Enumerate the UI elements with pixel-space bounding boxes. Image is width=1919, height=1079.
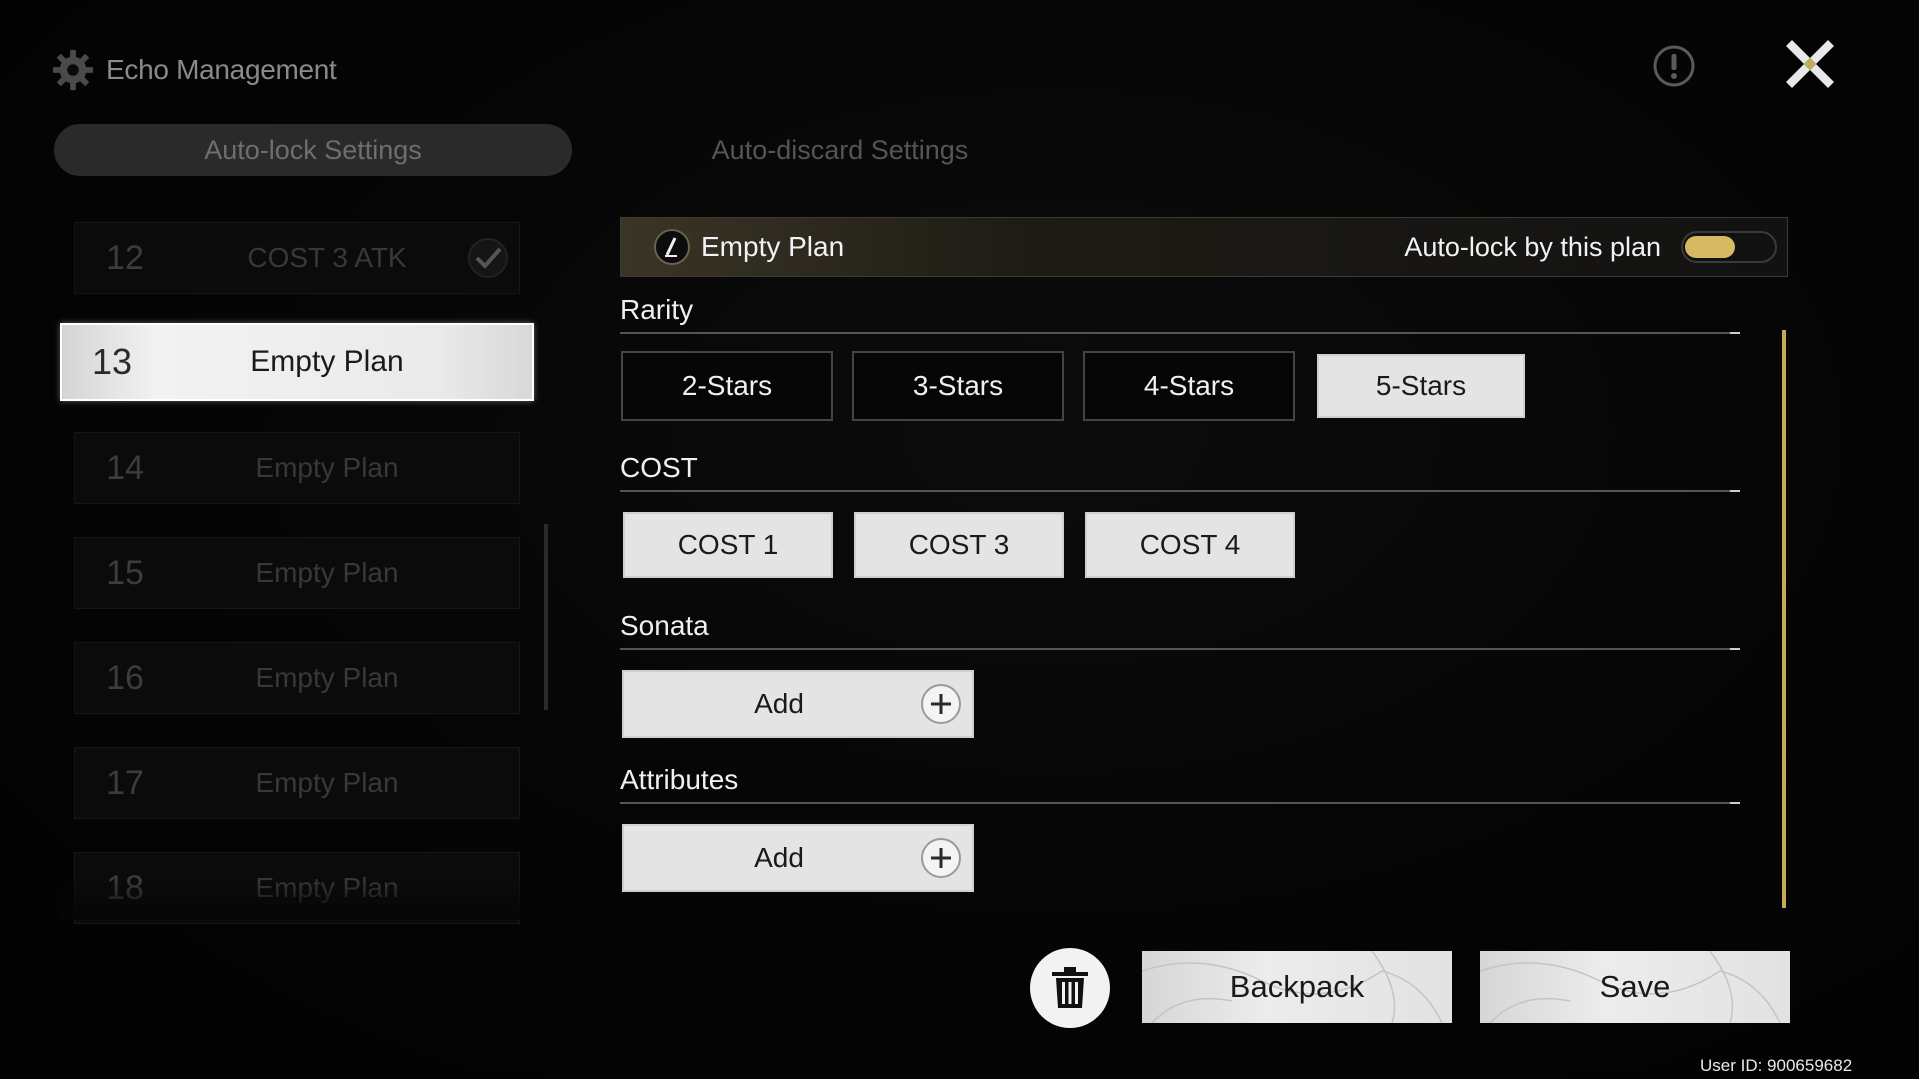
settings-scrollbar[interactable] <box>1782 330 1786 908</box>
close-x-icon[interactable] <box>1782 36 1838 92</box>
plan-number: 12 <box>106 238 144 277</box>
plan-item-14[interactable]: 14 Empty Plan <box>74 432 520 504</box>
plus-icon <box>921 684 961 724</box>
cost-1-button[interactable]: COST 1 <box>623 512 833 578</box>
backpack-label: Backpack <box>1229 969 1365 1004</box>
exclamation-circle-icon[interactable] <box>1652 44 1696 88</box>
user-id-text: User ID: 900659682 <box>1700 1056 1853 1075</box>
cost-divider <box>620 490 1740 492</box>
sonata-title: Sonata <box>620 610 709 641</box>
plan-header-bar: Empty Plan Auto-lock by this plan <box>620 217 1788 277</box>
cost-title: COST <box>620 452 698 483</box>
list-fade <box>60 880 540 920</box>
autolock-label: Auto-lock by this plan <box>1404 231 1661 262</box>
backpack-button[interactable]: Backpack <box>1142 951 1452 1023</box>
save-button[interactable]: Save <box>1480 951 1790 1023</box>
plan-item-12[interactable]: 12 COST 3 ATK <box>74 222 520 294</box>
plan-item-15[interactable]: 15 Empty Plan <box>74 537 520 609</box>
cost-3-button[interactable]: COST 3 <box>854 512 1064 578</box>
rarity-3-stars-button[interactable]: 3-Stars <box>852 351 1064 421</box>
plan-number: 13 <box>91 341 133 382</box>
plus-icon <box>921 838 961 878</box>
app-title: Echo Management <box>106 54 337 85</box>
rarity-title: Rarity <box>620 294 694 325</box>
plan-item-16[interactable]: 16 Empty Plan <box>74 642 520 714</box>
rarity-divider <box>620 332 1740 334</box>
plan-list-scrollbar[interactable] <box>544 524 548 710</box>
plan-name: Empty Plan <box>255 767 399 798</box>
add-label: Add <box>754 688 804 719</box>
autolock-toggle[interactable] <box>1681 231 1777 263</box>
plan-name: Empty Plan <box>250 345 404 378</box>
tab-auto-lock-settings[interactable]: Auto-lock Settings <box>54 124 572 176</box>
gear-icon <box>52 49 94 91</box>
edit-pencil-icon[interactable] <box>653 228 691 266</box>
plan-name: Empty Plan <box>255 557 399 588</box>
plan-number: 16 <box>106 658 144 697</box>
plan-number: 15 <box>106 553 144 592</box>
plan-item-17[interactable]: 17 Empty Plan <box>74 747 520 819</box>
plan-number: 14 <box>106 448 144 487</box>
save-label: Save <box>1599 969 1671 1004</box>
sonata-add-button[interactable]: Add <box>622 670 974 738</box>
attributes-title: Attributes <box>620 764 739 795</box>
app-header: Echo Management <box>50 44 337 96</box>
add-label: Add <box>754 842 804 873</box>
sonata-divider <box>620 648 1740 650</box>
tab-auto-discard-settings[interactable]: Auto-discard Settings <box>650 124 1030 176</box>
plan-name: Empty Plan <box>255 452 399 483</box>
plan-item-13[interactable]: 13 Empty Plan <box>60 323 534 401</box>
delete-plan-button[interactable] <box>1030 948 1110 1028</box>
cost-4-button[interactable]: COST 4 <box>1085 512 1295 578</box>
toggle-knob <box>1685 236 1735 258</box>
rarity-5-stars-button[interactable]: 5-Stars <box>1317 354 1525 418</box>
rarity-2-stars-button[interactable]: 2-Stars <box>621 351 833 421</box>
plan-name-title[interactable]: Empty Plan <box>701 231 844 263</box>
trash-icon <box>1052 967 1088 1008</box>
checkmark-icon <box>468 238 508 278</box>
attributes-divider <box>620 802 1740 804</box>
rarity-4-stars-button[interactable]: 4-Stars <box>1083 351 1295 421</box>
attributes-add-button[interactable]: Add <box>622 824 974 892</box>
plan-number: 17 <box>106 763 144 802</box>
plan-name: Empty Plan <box>255 662 399 693</box>
